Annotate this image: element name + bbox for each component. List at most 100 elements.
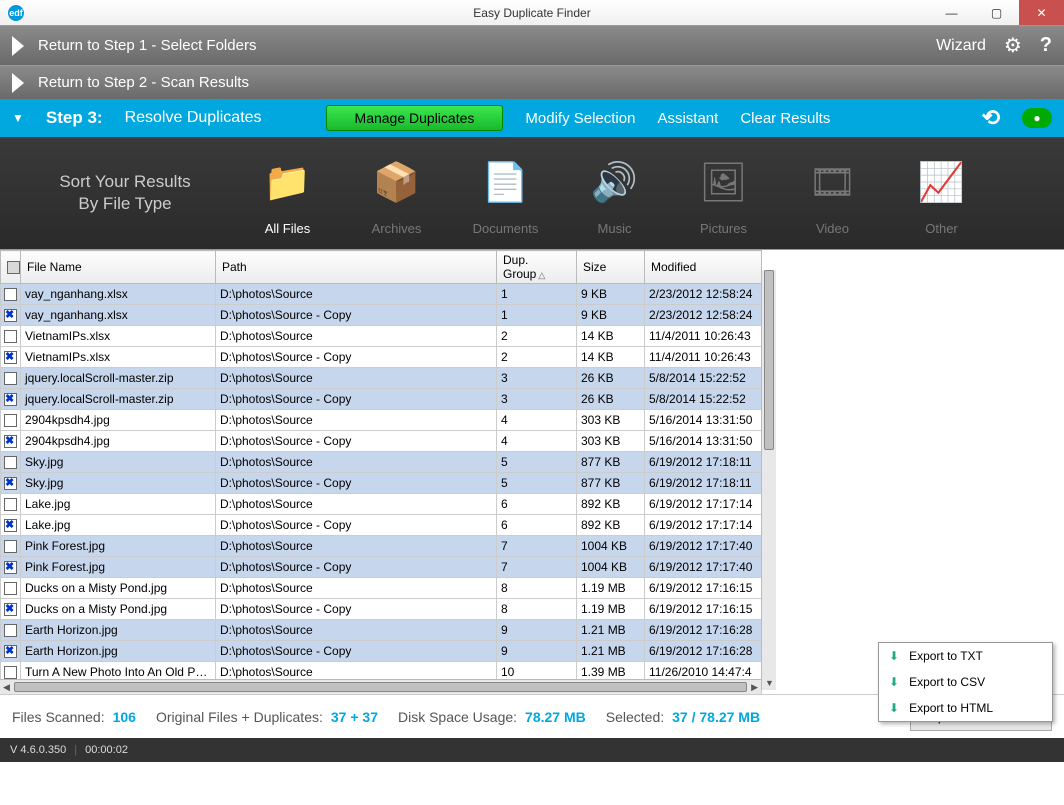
step1-bar[interactable]: Return to Step 1 - Select Folders Wizard [0, 25, 1064, 65]
scroll-left-arrow-icon[interactable]: ◀ [3, 682, 10, 693]
cell-group: 6 [497, 515, 577, 536]
row-checkbox-cell[interactable] [1, 326, 21, 347]
row-checkbox-cell[interactable] [1, 641, 21, 662]
table-row[interactable]: vay_nganhang.xlsxD:\photos\Source - Copy… [1, 305, 762, 326]
row-checkbox-cell[interactable] [1, 452, 21, 473]
table-row[interactable]: Ducks on a Misty Pond.jpgD:\photos\Sourc… [1, 578, 762, 599]
checkbox-icon[interactable] [4, 372, 17, 385]
checkbox-icon[interactable] [4, 414, 17, 427]
row-checkbox-cell[interactable] [1, 305, 21, 326]
table-row[interactable]: Lake.jpgD:\photos\Source6892 KB6/19/2012… [1, 494, 762, 515]
export-txt-item[interactable]: ⬇Export to TXT [879, 643, 1052, 669]
table-row[interactable]: Earth Horizon.jpgD:\photos\Source - Copy… [1, 641, 762, 662]
row-checkbox-cell[interactable] [1, 410, 21, 431]
table-row[interactable]: 2904kpsdh4.jpgD:\photos\Source - Copy430… [1, 431, 762, 452]
cell-group: 8 [497, 599, 577, 620]
filter-cat-all-files[interactable]: 📁All Files [240, 150, 335, 236]
modify-selection-link[interactable]: Modify Selection [525, 110, 635, 127]
table-row[interactable]: Earth Horizon.jpgD:\photos\Source91.21 M… [1, 620, 762, 641]
checkbox-icon[interactable] [4, 498, 17, 511]
table-row[interactable]: Lake.jpgD:\photos\Source - Copy6892 KB6/… [1, 515, 762, 536]
row-checkbox-cell[interactable] [1, 368, 21, 389]
filter-cat-music[interactable]: 🔊Music [567, 150, 662, 236]
checkbox-icon[interactable] [4, 330, 17, 343]
checkbox-icon[interactable] [4, 456, 17, 469]
checkbox-icon[interactable] [4, 540, 17, 553]
assistant-link[interactable]: Assistant [657, 110, 718, 127]
scroll-thumb[interactable] [764, 270, 774, 450]
table-row[interactable]: Pink Forest.jpgD:\photos\Source - Copy71… [1, 557, 762, 578]
filter-cat-pictures[interactable]: 🖼Pictures [676, 150, 771, 236]
cell-modified: 6/19/2012 17:16:15 [645, 599, 762, 620]
row-checkbox-cell[interactable] [1, 284, 21, 305]
header-dup-group[interactable]: Dup. Group△ [497, 251, 577, 284]
filter-cat-video[interactable]: 🎞Video [785, 150, 880, 236]
header-filename[interactable]: File Name [21, 251, 216, 284]
table-row[interactable]: Ducks on a Misty Pond.jpgD:\photos\Sourc… [1, 599, 762, 620]
checkbox-icon[interactable] [4, 603, 17, 616]
cell-modified: 6/19/2012 17:16:28 [645, 641, 762, 662]
vertical-scrollbar[interactable]: ▲ ▼ [761, 270, 776, 690]
table-row[interactable]: Sky.jpgD:\photos\Source - Copy5877 KB6/1… [1, 473, 762, 494]
export-html-item[interactable]: ⬇Export to HTML [879, 695, 1052, 721]
table-row[interactable]: jquery.localScroll-master.zipD:\photos\S… [1, 368, 762, 389]
row-checkbox-cell[interactable] [1, 536, 21, 557]
checkbox-icon[interactable] [4, 624, 17, 637]
scroll-down-arrow-icon[interactable]: ▼ [765, 678, 774, 688]
row-checkbox-cell[interactable] [1, 431, 21, 452]
settings-gear-icon[interactable] [1004, 33, 1022, 58]
checkbox-icon[interactable] [4, 645, 17, 658]
checkbox-icon[interactable] [4, 309, 17, 322]
undo-icon[interactable] [982, 105, 1000, 131]
close-button[interactable]: ✕ [1019, 0, 1064, 25]
wizard-link[interactable]: Wizard [936, 37, 986, 55]
row-checkbox-cell[interactable] [1, 578, 21, 599]
table-row[interactable]: Pink Forest.jpgD:\photos\Source71004 KB6… [1, 536, 762, 557]
header-modified[interactable]: Modified [645, 251, 762, 284]
checkbox-icon[interactable] [4, 435, 17, 448]
cell-modified: 5/8/2014 15:22:52 [645, 368, 762, 389]
preview-toggle-icon[interactable]: ● [1022, 108, 1052, 128]
cell-filename: Ducks on a Misty Pond.jpg [21, 599, 216, 620]
checkbox-icon[interactable] [4, 561, 17, 574]
row-checkbox-cell[interactable] [1, 515, 21, 536]
header-path[interactable]: Path [216, 251, 497, 284]
row-checkbox-cell[interactable] [1, 557, 21, 578]
checkbox-icon[interactable] [4, 351, 17, 364]
minimize-button[interactable]: — [929, 0, 974, 25]
row-checkbox-cell[interactable] [1, 389, 21, 410]
filter-cat-archives[interactable]: 📦Archives [349, 150, 444, 236]
clear-results-link[interactable]: Clear Results [740, 110, 830, 127]
checkbox-icon[interactable] [4, 393, 17, 406]
header-checkbox-cell[interactable] [1, 251, 21, 284]
row-checkbox-cell[interactable] [1, 473, 21, 494]
horizontal-scrollbar[interactable]: ◀ ▶ [0, 679, 761, 694]
scroll-right-arrow-icon[interactable]: ▶ [751, 682, 758, 693]
filter-cat-other[interactable]: 📈Other [894, 150, 989, 236]
row-checkbox-cell[interactable] [1, 620, 21, 641]
scroll-thumb-h[interactable] [14, 682, 747, 692]
table-row[interactable]: vay_nganhang.xlsxD:\photos\Source19 KB2/… [1, 284, 762, 305]
manage-duplicates-button[interactable]: Manage Duplicates [326, 105, 504, 131]
filter-cat-documents[interactable]: 📄Documents [458, 150, 553, 236]
row-checkbox-cell[interactable] [1, 599, 21, 620]
table-row[interactable]: 2904kpsdh4.jpgD:\photos\Source4303 KB5/1… [1, 410, 762, 431]
help-icon[interactable] [1040, 34, 1052, 57]
table-row[interactable]: VietnamIPs.xlsxD:\photos\Source214 KB11/… [1, 326, 762, 347]
checkbox-icon[interactable] [4, 582, 17, 595]
table-row[interactable]: VietnamIPs.xlsxD:\photos\Source - Copy21… [1, 347, 762, 368]
orig-value: 37 + 37 [331, 709, 378, 725]
checkbox-icon[interactable] [4, 519, 17, 532]
step2-bar[interactable]: Return to Step 2 - Scan Results [0, 65, 1064, 99]
checkbox-icon[interactable] [4, 288, 17, 301]
maximize-button[interactable]: ▢ [974, 0, 1019, 25]
table-row[interactable]: Sky.jpgD:\photos\Source5877 KB6/19/2012 … [1, 452, 762, 473]
table-row[interactable]: jquery.localScroll-master.zipD:\photos\S… [1, 389, 762, 410]
row-checkbox-cell[interactable] [1, 494, 21, 515]
export-csv-item[interactable]: ⬇Export to CSV [879, 669, 1052, 695]
cell-group: 5 [497, 452, 577, 473]
checkbox-icon[interactable] [4, 477, 17, 490]
header-size[interactable]: Size [577, 251, 645, 284]
row-checkbox-cell[interactable] [1, 347, 21, 368]
checkbox-icon[interactable] [4, 666, 17, 679]
